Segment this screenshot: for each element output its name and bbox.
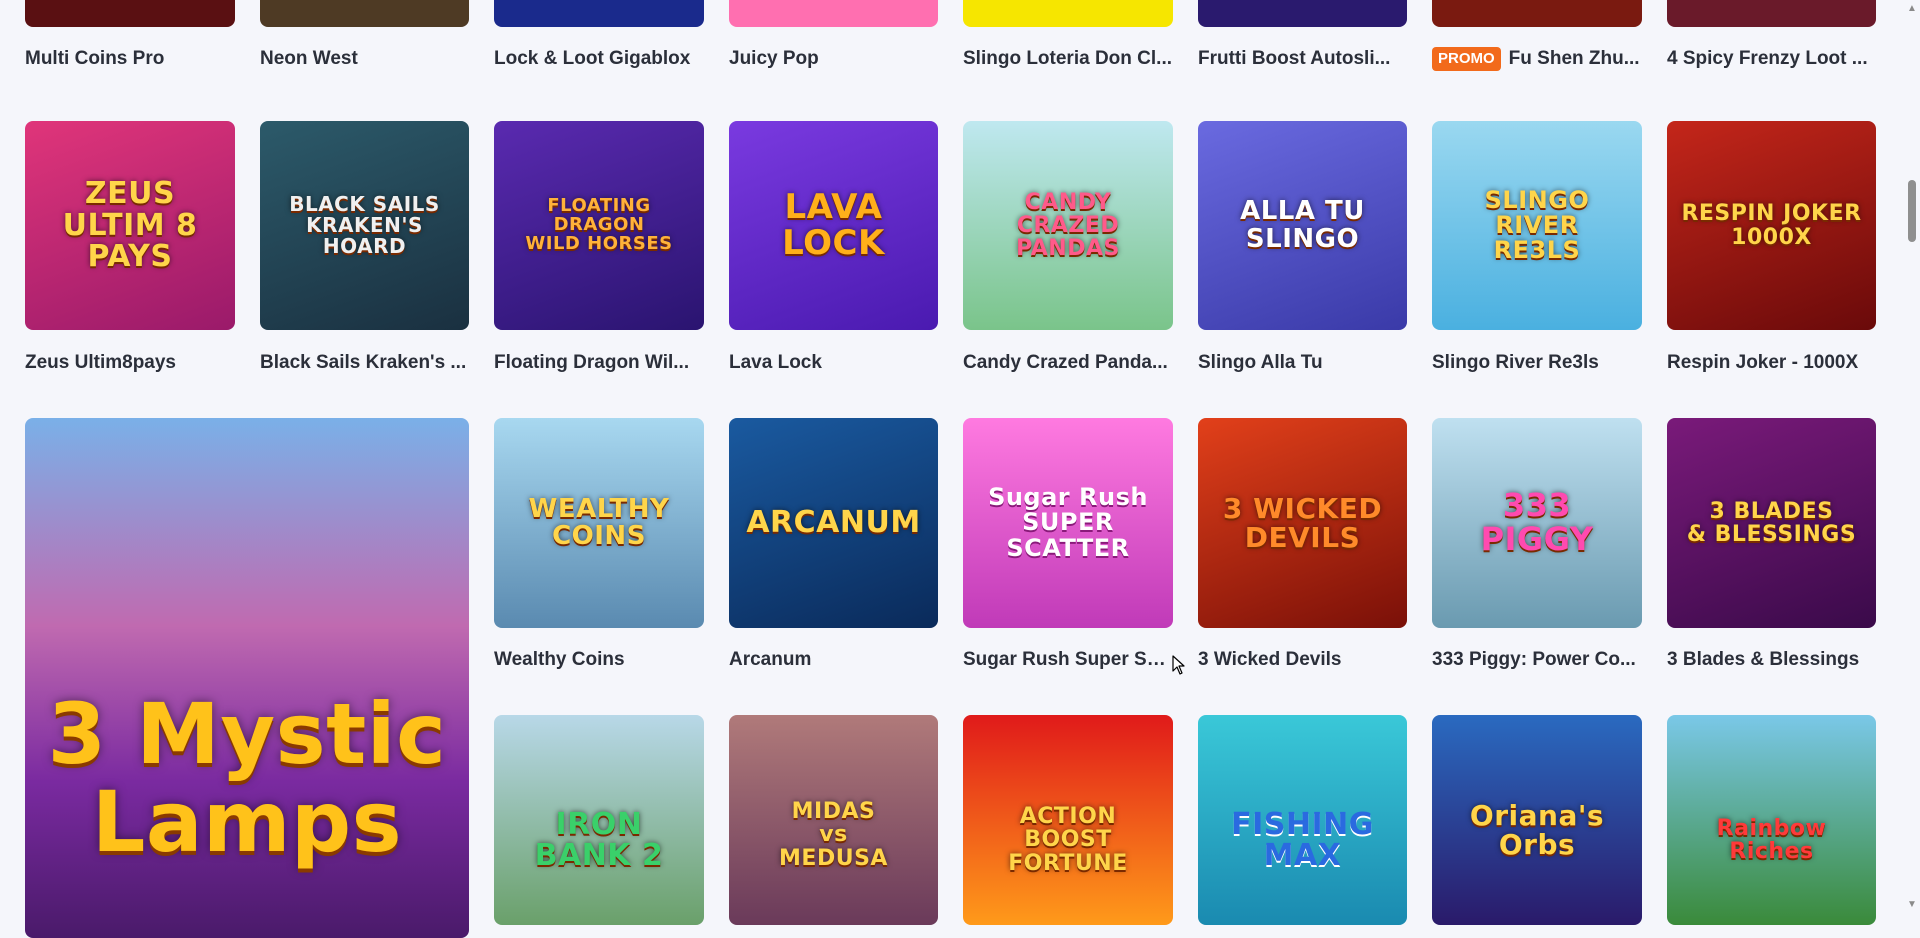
game-art-logo: ACTION BOOST FORTUNE bbox=[1008, 804, 1128, 876]
game-tile-arcanum[interactable]: ARCANUM bbox=[729, 418, 938, 628]
game-title[interactable]: 3 Wicked Devils bbox=[1198, 647, 1407, 673]
game-tile-3-blades[interactable]: 3 BLADES & BLESSINGS bbox=[1667, 418, 1876, 628]
game-tile-floating-dragon[interactable]: FLOATING DRAGON WILD HORSES bbox=[494, 121, 704, 330]
game-title[interactable]: Black Sails Kraken's ... bbox=[260, 350, 469, 376]
game-title[interactable]: Slingo River Re3ls bbox=[1432, 350, 1642, 376]
game-art-logo: MIDAS vs MEDUSA bbox=[779, 799, 888, 871]
game-art-logo: LAVA LOCK bbox=[782, 186, 885, 263]
game-art-logo: FISHING MAX bbox=[1231, 806, 1374, 873]
game-tile-thumbnail[interactable] bbox=[1198, 0, 1407, 27]
game-art-logo: 333 PIGGY bbox=[1480, 486, 1594, 558]
game-title-text: Fu Shen Zhu... bbox=[1508, 48, 1640, 69]
game-tile-thumbnail[interactable] bbox=[1667, 0, 1876, 27]
game-title[interactable]: Lava Lock bbox=[729, 350, 938, 376]
game-tile-fishing-max[interactable]: FISHING MAX bbox=[1198, 715, 1407, 925]
game-art-logo: ARCANUM bbox=[746, 505, 921, 541]
game-title[interactable]: Multi Coins Pro bbox=[25, 46, 235, 72]
game-title[interactable]: Slingo Loteria Don Cl... bbox=[963, 46, 1173, 72]
game-art-logo: Oriana's Orbs bbox=[1469, 798, 1605, 861]
game-tile-thumbnail[interactable] bbox=[494, 0, 704, 27]
game-title[interactable]: Frutti Boost Autosli... bbox=[1198, 46, 1407, 72]
game-art-logo: Rainbow Riches bbox=[1716, 815, 1827, 864]
game-tile-midas-vs-medusa[interactable]: MIDAS vs MEDUSA bbox=[729, 715, 938, 925]
game-title[interactable]: 4 Spicy Frenzy Loot ... bbox=[1667, 46, 1876, 72]
game-tile-sugar-rush[interactable]: Sugar Rush SUPER SCATTER bbox=[963, 418, 1173, 628]
game-art-logo: FLOATING DRAGON WILD HORSES bbox=[525, 195, 673, 254]
game-tile-iron-bank-2[interactable]: IRON BANK 2 bbox=[494, 715, 704, 925]
game-title[interactable]: Zeus Ultim8pays bbox=[25, 350, 235, 376]
game-tile-black-sails[interactable]: BLACK SAILS KRAKEN'S HOARD bbox=[260, 121, 469, 330]
scroll-up-arrow-icon[interactable]: ▲ bbox=[1904, 0, 1920, 16]
game-tile-slingo-alla-tu[interactable]: ALLA TU SLINGO bbox=[1198, 121, 1407, 330]
game-title[interactable]: Lock & Loot Gigablox bbox=[494, 46, 704, 72]
scrollbar-thumb[interactable] bbox=[1908, 180, 1916, 242]
vertical-scrollbar[interactable]: ▲ ▼ bbox=[1904, 0, 1920, 912]
game-art-logo: Sugar Rush SUPER SCATTER bbox=[988, 483, 1148, 562]
game-art-logo: SLINGO RIVER RE3LS bbox=[1484, 185, 1590, 265]
promo-badge: PROMO bbox=[1432, 47, 1501, 71]
game-tile-thumbnail[interactable] bbox=[1432, 0, 1642, 27]
game-title[interactable]: Wealthy Coins bbox=[494, 647, 704, 673]
game-art-logo: IRON BANK 2 bbox=[534, 806, 664, 873]
game-tile-thumbnail[interactable] bbox=[963, 0, 1173, 27]
game-tile-candy-pandas[interactable]: CANDY CRAZED PANDAS bbox=[963, 121, 1173, 330]
game-art-logo: 3 WICKED DEVILS bbox=[1222, 491, 1383, 554]
game-tile-rainbow-riches[interactable]: Rainbow Riches bbox=[1667, 715, 1876, 925]
game-tile-lava-lock[interactable]: LAVA LOCK bbox=[729, 121, 938, 330]
game-tile-zeus[interactable]: ZEUS ULTIM 8 PAYS bbox=[25, 121, 235, 330]
game-title[interactable]: Floating Dragon Wil... bbox=[494, 350, 704, 376]
game-tile-orianas-orbs[interactable]: Oriana's Orbs bbox=[1432, 715, 1642, 925]
game-tile-thumbnail[interactable] bbox=[729, 0, 938, 27]
game-art-logo: 3 BLADES & BLESSINGS bbox=[1686, 498, 1857, 547]
game-tile-action-boost-fortune[interactable]: ACTION BOOST FORTUNE bbox=[963, 715, 1173, 925]
featured-game-logo: 3 Mystic Lamps bbox=[47, 684, 447, 871]
game-title[interactable]: Juicy Pop bbox=[729, 46, 938, 72]
game-art-logo: WEALTHY COINS bbox=[528, 493, 670, 551]
game-tile-thumbnail[interactable] bbox=[260, 0, 469, 27]
game-title[interactable]: 333 Piggy: Power Co... bbox=[1432, 647, 1642, 673]
game-tile-333-piggy[interactable]: 333 PIGGY bbox=[1432, 418, 1642, 628]
game-title[interactable]: Candy Crazed Panda... bbox=[963, 350, 1173, 376]
game-title[interactable]: 3 Blades & Blessings bbox=[1667, 647, 1876, 673]
game-title[interactable]: Slingo Alla Tu bbox=[1198, 350, 1407, 376]
game-title[interactable]: Arcanum bbox=[729, 647, 938, 673]
scroll-down-arrow-icon[interactable]: ▼ bbox=[1904, 896, 1920, 912]
game-art-logo: ZEUS ULTIM 8 PAYS bbox=[62, 176, 198, 275]
game-tile-respin-joker[interactable]: RESPIN JOKER 1000X bbox=[1667, 121, 1876, 330]
game-art-logo: CANDY CRAZED PANDAS bbox=[1016, 189, 1120, 262]
game-art-logo: BLACK SAILS KRAKEN'S HOARD bbox=[289, 192, 440, 258]
game-title[interactable]: Neon West bbox=[260, 46, 469, 72]
game-art-logo: RESPIN JOKER 1000X bbox=[1681, 201, 1862, 250]
game-tile-wealthy-coins[interactable]: WEALTHY COINS bbox=[494, 418, 704, 628]
game-title[interactable]: Respin Joker - 1000X bbox=[1667, 350, 1876, 376]
game-art-logo: ALLA TU SLINGO bbox=[1240, 196, 1365, 254]
game-tile-3-wicked-devils[interactable]: 3 WICKED DEVILS bbox=[1198, 418, 1407, 628]
mouse-cursor-icon bbox=[1172, 655, 1185, 675]
game-title[interactable]: Sugar Rush Super Sc... bbox=[963, 647, 1173, 673]
featured-game-tile-3-mystic-lamps[interactable]: 3 Mystic Lamps bbox=[25, 418, 469, 938]
game-tile-thumbnail[interactable] bbox=[25, 0, 235, 27]
game-tile-slingo-river[interactable]: SLINGO RIVER RE3LS bbox=[1432, 121, 1642, 330]
game-title[interactable]: PROMO Fu Shen Zhu... bbox=[1432, 46, 1642, 72]
